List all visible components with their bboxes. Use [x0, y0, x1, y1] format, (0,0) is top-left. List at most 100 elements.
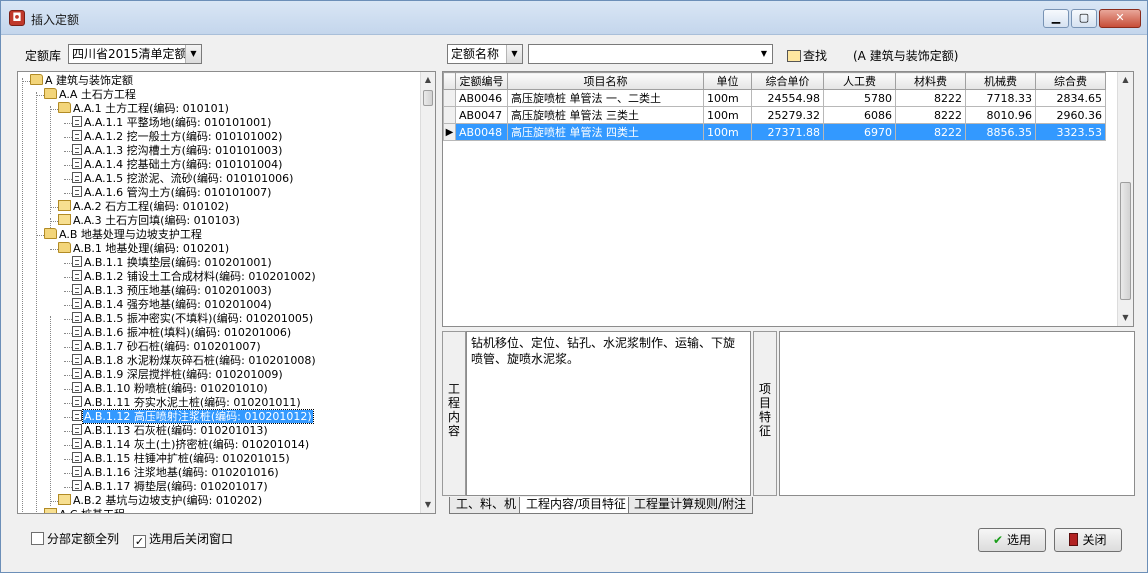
close-button[interactable]: 关闭 — [1054, 528, 1122, 552]
search-field-select[interactable]: 定额名称 ▼ — [447, 44, 523, 64]
table-cell[interactable]: 7718.33 — [965, 89, 1036, 107]
grid-scroll-thumb[interactable] — [1120, 182, 1131, 300]
table-cell[interactable]: 8222 — [895, 89, 966, 107]
tree-item[interactable]: A.A.1.5 挖淤泥、流砂(编码: 010101006) — [72, 172, 294, 186]
title-bar[interactable]: ◘ 插入定额 ▁ ▢ ✕ — [1, 1, 1147, 35]
close-window-button[interactable]: ✕ — [1099, 9, 1141, 28]
minimize-button[interactable]: ▁ — [1043, 9, 1069, 28]
col-header-labor[interactable]: 人工费 — [823, 72, 896, 90]
tree-item[interactable]: A 建筑与装饰定额 — [30, 74, 134, 88]
table-cell[interactable]: AB0048 — [455, 123, 508, 141]
table-cell[interactable]: 100m — [703, 89, 752, 107]
table-cell[interactable]: 8856.35 — [965, 123, 1036, 141]
tree-item[interactable]: A.B.2 基坑与边坡支护(编码: 010202) — [58, 494, 263, 508]
scroll-up-icon[interactable]: ▲ — [1118, 72, 1133, 88]
tree-item[interactable]: A.B.1.4 强夯地基(编码: 010201004) — [72, 298, 273, 312]
select-button[interactable]: ✔ 选用 — [978, 528, 1046, 552]
tree-item[interactable]: A.B.1.9 深层搅拌桩(编码: 010201009) — [72, 368, 284, 382]
tree-item[interactable]: A.B.1.3 预压地基(编码: 010201003) — [72, 284, 273, 298]
table-cell[interactable]: 8222 — [895, 106, 966, 124]
checkbox-unchecked-icon[interactable] — [31, 532, 44, 545]
table-cell[interactable]: 高压旋喷桩 单管法 四类土 — [507, 123, 704, 141]
table-cell[interactable]: AB0046 — [455, 89, 508, 107]
tree-item[interactable]: A.B.1.16 注浆地基(编码: 010201016) — [72, 466, 280, 480]
tree-item[interactable]: A.B.1.15 柱锤冲扩桩(编码: 010201015) — [72, 452, 291, 466]
chevron-down-icon[interactable]: ▼ — [185, 45, 201, 63]
tree-item[interactable]: A.A.1 土方工程(编码: 010101) — [58, 102, 230, 116]
table-cell[interactable]: 100m — [703, 106, 752, 124]
tree-scroll-thumb[interactable] — [423, 90, 433, 106]
chevron-down-icon[interactable]: ▼ — [506, 45, 522, 63]
tree-item[interactable]: A.B.1.2 铺设土工合成材料(编码: 010201002) — [72, 270, 317, 284]
col-header-unit[interactable]: 单位 — [703, 72, 752, 90]
tab-labor-material-machine[interactable]: 工、料、机 — [449, 497, 521, 514]
tree-item[interactable]: A.A.1.6 管沟土方(编码: 010101007) — [72, 186, 272, 200]
tree-scrollbar[interactable]: ▲ ▼ — [420, 72, 435, 513]
tree-item[interactable]: A.A.1.1 平整场地(编码: 010101001) — [72, 116, 272, 130]
table-cell[interactable]: 27371.88 — [751, 123, 824, 141]
scroll-up-icon[interactable]: ▲ — [421, 72, 435, 88]
tree-item[interactable]: A.B.1.13 石灰桩(编码: 010201013) — [72, 424, 269, 438]
table-cell[interactable]: 6086 — [823, 106, 896, 124]
tree-item[interactable]: A.B.1.14 灰土(土)挤密桩(编码: 010201014) — [72, 438, 310, 452]
library-select[interactable]: 四川省2015清单定额 ▼ — [68, 44, 202, 64]
table-row[interactable]: AB0046 高压旋喷桩 单管法 一、二类土 100m 24554.98 5780 822… — [443, 89, 1106, 107]
tree-item[interactable]: A.A 土石方工程 — [44, 88, 137, 102]
table-cell[interactable]: AB0047 — [455, 106, 508, 124]
table-row[interactable]: ▶ AB0048 高压旋喷桩 单管法 四类土 100m 27371.88 6970 8222… — [443, 123, 1106, 141]
chevron-down-icon[interactable]: ▼ — [756, 45, 772, 63]
show-all-checkbox[interactable]: 分部定额全列 — [31, 532, 119, 546]
tree-item[interactable]: A.B.1.10 粉喷桩(编码: 010201010) — [72, 382, 269, 396]
maximize-button[interactable]: ▢ — [1071, 9, 1097, 28]
tree-item[interactable]: A.C 桩基工程 — [44, 508, 126, 513]
table-cell[interactable]: 24554.98 — [751, 89, 824, 107]
find-button[interactable]: 查找 — [787, 47, 827, 64]
quota-grid[interactable]: 定额编号 项目名称 单位 综合单价 人工费 材料费 机械费 综合费 AB0046… — [442, 71, 1134, 327]
tree-item[interactable]: A.B.1.17 褥垫层(编码: 010201017) — [72, 480, 269, 494]
tree-item[interactable]: A.B.1.11 夯实水泥土桩(编码: 010201011) — [72, 396, 302, 410]
tree-item[interactable]: A.A.1.4 挖基础土方(编码: 010101004) — [72, 158, 283, 172]
tree-item[interactable]: A.B.1.1 换填垫层(编码: 010201001) — [72, 256, 273, 270]
table-cell[interactable]: 高压旋喷桩 单管法 三类土 — [507, 106, 704, 124]
tree-item[interactable]: A.B.1.6 振冲桩(填料)(编码: 010201006) — [72, 326, 292, 340]
table-cell[interactable]: 25279.32 — [751, 106, 824, 124]
table-cell[interactable]: 100m — [703, 123, 752, 141]
work-content-text[interactable]: 钻机移位、定位、钻孔、水泥浆制作、运输、下旋喷管、旋喷水泥浆。 — [466, 331, 751, 496]
search-input[interactable]: ▼ — [528, 44, 773, 64]
tree-item[interactable]: A.B.1.8 水泥粉煤灰碎石桩(编码: 010201008) — [72, 354, 317, 368]
tree-item[interactable]: A.A.3 土石方回填(编码: 010103) — [58, 214, 241, 228]
tree-item[interactable]: A.B.1.7 砂石桩(编码: 010201007) — [72, 340, 262, 354]
col-header-unit-price[interactable]: 综合单价 — [751, 72, 824, 90]
table-cell[interactable]: 2834.65 — [1035, 89, 1106, 107]
checkmark-icon[interactable]: ✓ — [133, 535, 146, 548]
table-cell[interactable]: 6970 — [823, 123, 896, 141]
table-cell[interactable]: 5780 — [823, 89, 896, 107]
close-after-select-checkbox[interactable]: ✓ 选用后关闭窗口 — [133, 532, 233, 548]
col-header-name[interactable]: 项目名称 — [507, 72, 704, 90]
col-header-overall[interactable]: 综合费 — [1035, 72, 1106, 90]
scroll-down-icon[interactable]: ▼ — [421, 497, 435, 513]
tab-quantity-rules[interactable]: 工程量计算规则/附注 — [627, 497, 753, 514]
table-cell[interactable]: 3323.53 — [1035, 123, 1106, 141]
tree-item[interactable]: A.B 地基处理与边坡支护工程 — [44, 228, 203, 242]
table-cell[interactable]: 高压旋喷桩 单管法 一、二类土 — [507, 89, 704, 107]
grid-scrollbar[interactable]: ▲ ▼ — [1117, 72, 1133, 326]
tree-item[interactable]: A.B.1.5 振冲密实(不填料)(编码: 010201005) — [72, 312, 314, 326]
table-cell[interactable]: 8222 — [895, 123, 966, 141]
tree-item[interactable]: A.A.1.3 挖沟槽土方(编码: 010101003) — [72, 144, 283, 158]
col-header-code[interactable]: 定额编号 — [455, 72, 508, 90]
quota-tree[interactable]: A 建筑与装饰定额 A.A 土石方工程 A.A.1 土方工程(编码: 010101)… — [17, 71, 436, 514]
tree-item[interactable]: A.A.1.2 挖一般土方(编码: 010101002) — [72, 130, 283, 144]
tree-item[interactable]: A.B.1 地基处理(编码: 010201) — [58, 242, 230, 256]
tab-work-content-features[interactable]: 工程内容/项目特征 — [519, 497, 629, 514]
col-header-machine[interactable]: 机械费 — [965, 72, 1036, 90]
scroll-down-icon[interactable]: ▼ — [1118, 310, 1133, 326]
col-header-material[interactable]: 材料费 — [895, 72, 966, 90]
table-cell[interactable]: 8010.96 — [965, 106, 1036, 124]
tree-item[interactable]: A.B.1.12 高压喷射注浆桩(编码: 010201012) — [72, 409, 314, 424]
tree-item[interactable]: A.A.2 石方工程(编码: 010102) — [58, 200, 230, 214]
table-row[interactable]: AB0047 高压旋喷桩 单管法 三类土 100m 25279.32 6086 8222 8… — [443, 106, 1106, 124]
table-cell[interactable]: 2960.36 — [1035, 106, 1106, 124]
tree-connector — [64, 375, 72, 376]
feature-text[interactable] — [779, 331, 1135, 496]
